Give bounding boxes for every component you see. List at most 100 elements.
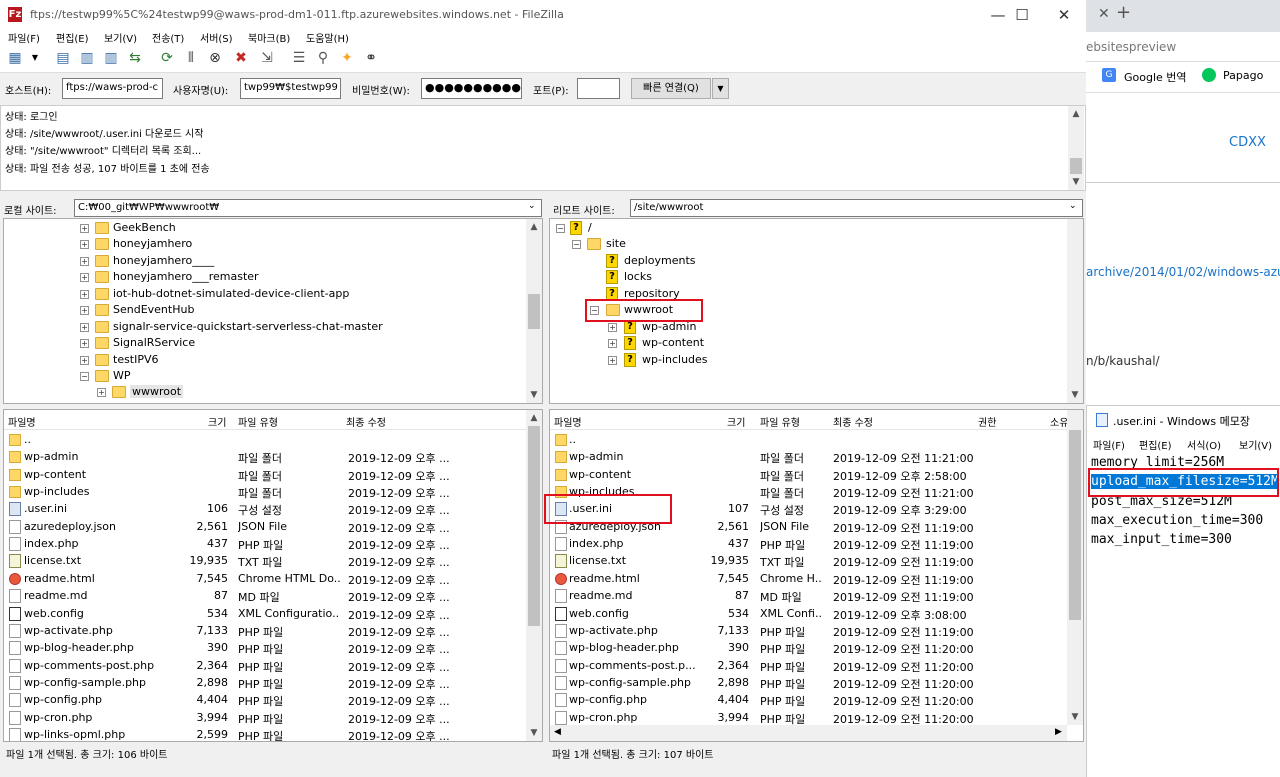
menu-transfer[interactable]: 전송(T) <box>152 30 184 45</box>
column-owner[interactable]: 소유 <box>1050 414 1068 429</box>
file-row[interactable]: license.txt 19,935 TXT 파일 2019-12-09 오후 ... <box>4 553 524 570</box>
file-row[interactable]: wp-comments-post.p... 2,364 PHP 파일 2019-12-… <box>550 658 1065 675</box>
column-type[interactable]: 파일 유형 <box>760 414 800 429</box>
toggle-remote-tree-icon[interactable]: ▥ <box>102 49 120 67</box>
notepad-text-line[interactable]: max_execution_time=300 <box>1091 513 1263 528</box>
scroll-up-icon[interactable]: ▲ <box>1068 106 1084 122</box>
file-row[interactable]: azuredeploy.json 2,561 JSON File 2019-12-09… <box>4 519 524 536</box>
close-button[interactable]: ✕ <box>1044 3 1084 27</box>
search-files-icon[interactable]: ⚭ <box>362 49 380 67</box>
column-type[interactable]: 파일 유형 <box>238 414 278 429</box>
file-row[interactable]: readme.md 87 MD 파일 2019-12-09 오후 ... <box>4 588 524 605</box>
file-row[interactable]: wp-admin 파일 폴더 2019-12-09 오후 ... <box>4 449 524 466</box>
notepad-menu-file[interactable]: 파일(F) <box>1093 437 1125 452</box>
new-tab-icon[interactable]: + <box>1116 2 1131 23</box>
file-row[interactable]: readme.html 7,545 Chrome HTML Do... 2019-12… <box>4 571 524 588</box>
chevron-down-icon[interactable]: ⌄ <box>528 201 536 211</box>
maximize-button[interactable]: ☐ <box>1002 3 1042 27</box>
column-filename[interactable]: 파일명 <box>554 414 582 429</box>
site-manager-dropdown-icon[interactable]: ▼ <box>26 49 44 67</box>
file-row[interactable]: wp-blog-header.php 390 PHP 파일 2019-12-09 오전… <box>550 640 1065 657</box>
remote-status: 파일 1개 선택됨. 총 크기: 107 바이트 <box>550 744 1084 764</box>
column-modified[interactable]: 최종 수정 <box>833 414 873 429</box>
file-row[interactable]: license.txt 19,935 TXT 파일 2019-12-09 오전 11:… <box>550 553 1065 570</box>
notepad-menu-view[interactable]: 보기(V) <box>1239 437 1272 452</box>
file-row[interactable]: wp-config.php 4,404 PHP 파일 2019-12-09 오전 11… <box>550 692 1065 709</box>
filter-icon[interactable]: ☰ <box>290 49 308 67</box>
file-row[interactable]: wp-admin 파일 폴더 2019-12-09 오전 11:21:00 <box>550 449 1065 466</box>
compare-dirs-icon[interactable]: ⚲ <box>314 49 332 67</box>
local-path-input[interactable]: C:₩00_git₩WP₩wwwroot₩ <box>74 199 542 217</box>
toggle-log-icon[interactable]: ▤ <box>54 49 72 67</box>
local-file-list: 파일명 크기 파일 유형 최종 수정 .. wp-admin 파일 폴더 2019-1… <box>3 409 543 742</box>
menu-bookmarks[interactable]: 북마크(B) <box>248 30 290 45</box>
host-input[interactable]: ftps://waws-prod-c <box>62 78 163 99</box>
bookmark-papago[interactable]: Papago <box>1223 69 1263 82</box>
scroll-down-icon[interactable]: ▼ <box>1068 174 1084 190</box>
file-row[interactable]: wp-activate.php 7,133 PHP 파일 2019-12-09 오전 … <box>550 623 1065 640</box>
chevron-down-icon[interactable]: ⌄ <box>1069 201 1077 211</box>
file-row[interactable]: index.php 437 PHP 파일 2019-12-09 오전 11:19:00 <box>550 536 1065 553</box>
local-list-scrollbar[interactable]: ▲ ▼ <box>526 410 542 741</box>
column-size[interactable]: 크기 <box>208 414 226 429</box>
sync-browse-icon[interactable]: ✦ <box>338 49 356 67</box>
remote-list-scrollbar[interactable]: ▼ <box>1067 410 1083 725</box>
refresh-icon[interactable]: ⟳ <box>158 49 176 67</box>
file-row[interactable]: .user.ini 106 구성 설정 2019-12-09 오후 ... <box>4 501 524 518</box>
remote-path-input[interactable]: /site/wwwroot <box>630 199 1083 217</box>
username-input[interactable]: twp99₩$testwp99 <box>240 78 341 99</box>
notepad-menu-edit[interactable]: 편집(E) <box>1139 437 1172 452</box>
bookmark-google-translate[interactable]: Google 번역 <box>1124 69 1187 85</box>
menu-edit[interactable]: 편집(E) <box>56 30 89 45</box>
file-row[interactable]: web.config 534 XML Configuratio... 2019-12-… <box>4 606 524 623</box>
file-row[interactable]: index.php 437 PHP 파일 2019-12-09 오후 ... <box>4 536 524 553</box>
port-input[interactable] <box>577 78 620 99</box>
toggle-local-tree-icon[interactable]: ▥ <box>78 49 96 67</box>
file-row[interactable]: wp-includes 파일 폴더 2019-12-09 오후 ... <box>4 484 524 501</box>
file-row[interactable]: readme.md 87 MD 파일 2019-12-09 오전 11:19:00 <box>550 588 1065 605</box>
column-permissions[interactable]: 권한 <box>978 414 996 429</box>
local-tree-scrollbar[interactable]: ▲ ▼ <box>526 219 542 403</box>
file-row[interactable]: wp-content 파일 폴더 2019-12-09 오후 2:58:00 <box>550 467 1065 484</box>
file-row[interactable]: web.config 534 XML Confi... 2019-12-09 오후 3… <box>550 606 1065 623</box>
file-row[interactable]: readme.html 7,545 Chrome H... 2019-12-09 오전… <box>550 571 1065 588</box>
column-modified[interactable]: 최종 수정 <box>346 414 386 429</box>
transfer-queue-icon[interactable]: ⇆ <box>126 49 144 67</box>
menu-server[interactable]: 서버(S) <box>200 30 233 45</box>
reconnect-icon[interactable]: ⇲ <box>258 49 276 67</box>
menu-help[interactable]: 도움말(H) <box>306 30 349 45</box>
file-row[interactable]: wp-comments-post.php 2,364 PHP 파일 2019-12-0… <box>4 658 524 675</box>
scroll-thumb[interactable] <box>1070 158 1082 174</box>
page-link-archive[interactable]: archive/2014/01/02/windows-azure <box>1086 265 1280 279</box>
address-bar-text[interactable]: ebsitespreview <box>1086 40 1176 54</box>
disconnect-icon[interactable]: ✖ <box>232 49 250 67</box>
log-scrollbar[interactable]: ▲ ▼ <box>1068 106 1084 190</box>
file-row[interactable]: wp-activate.php 7,133 PHP 파일 2019-12-09 오후 … <box>4 623 524 640</box>
file-row[interactable]: wp-content 파일 폴더 2019-12-09 오후 ... <box>4 467 524 484</box>
password-input[interactable]: ●●●●●●●●●● <box>421 78 522 99</box>
file-row[interactable]: wp-cron.php 3,994 PHP 파일 2019-12-09 오후 ... <box>4 710 524 727</box>
column-filename[interactable]: 파일명 <box>8 414 36 429</box>
file-row[interactable]: .. <box>550 432 1065 449</box>
notepad-menu-format[interactable]: 서식(O) <box>1187 437 1221 452</box>
page-link-cdxx[interactable]: CDXX <box>1229 135 1266 150</box>
remote-hscrollbar[interactable]: ◀ ▶ <box>550 725 1067 741</box>
remote-tree-scrollbar[interactable]: ▼ <box>1067 219 1083 403</box>
file-row[interactable]: .. <box>4 432 524 449</box>
menu-view[interactable]: 보기(V) <box>104 30 137 45</box>
quickconnect-button[interactable]: 빠른 연결(Q) <box>631 78 711 99</box>
notepad-text-line[interactable]: max_input_time=300 <box>1091 532 1232 547</box>
file-row[interactable]: wp-config.php 4,404 PHP 파일 2019-12-09 오후 ..… <box>4 692 524 709</box>
file-row[interactable]: wp-config-sample.php 2,898 PHP 파일 2019-12-0… <box>550 675 1065 692</box>
menu-file[interactable]: 파일(F) <box>8 30 40 45</box>
file-row[interactable]: wp-links-opml.php 2,599 PHP 파일 2019-12-09 오… <box>4 727 524 741</box>
file-type: 구성 설정 <box>238 504 282 518</box>
file-row[interactable]: wp-config-sample.php 2,898 PHP 파일 2019-12-0… <box>4 675 524 692</box>
column-size[interactable]: 크기 <box>727 414 745 429</box>
tab-close-icon[interactable]: ✕ <box>1098 6 1110 22</box>
process-queue-icon[interactable]: ⫴ <box>182 49 200 67</box>
quickconnect-dropdown-button[interactable]: ▼ <box>712 78 729 99</box>
file-row[interactable]: wp-blog-header.php 390 PHP 파일 2019-12-09 오후… <box>4 640 524 657</box>
site-manager-icon[interactable]: ▦ <box>6 49 24 67</box>
cancel-operation-icon[interactable]: ⊗ <box>206 49 224 67</box>
